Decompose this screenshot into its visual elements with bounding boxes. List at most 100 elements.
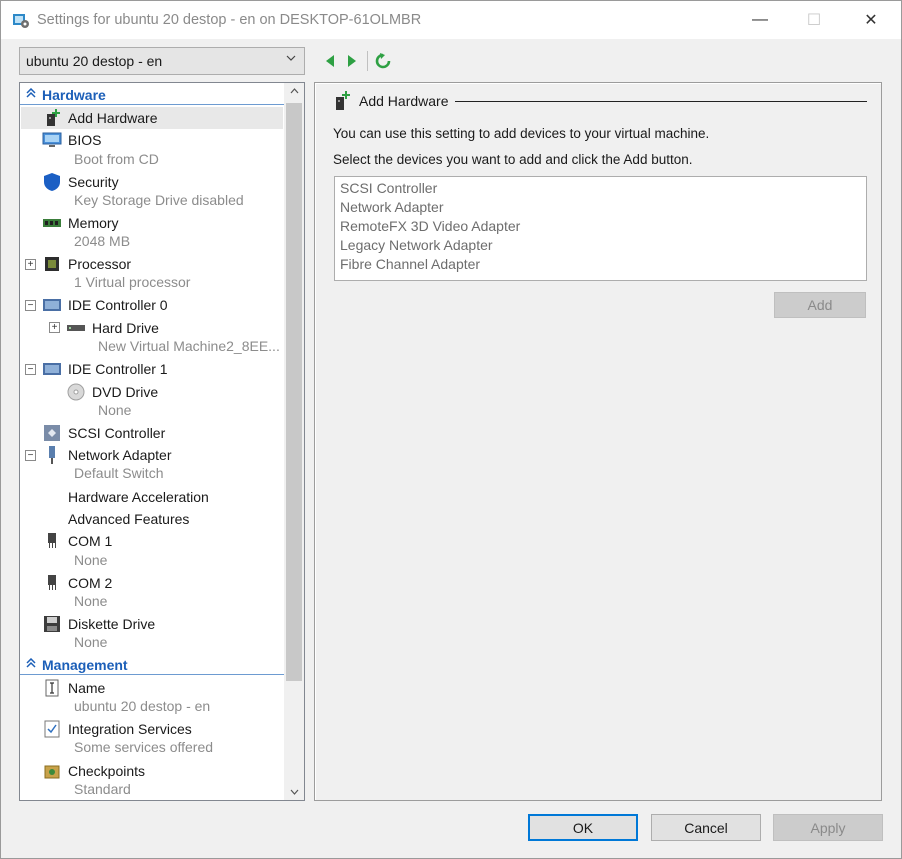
integration-services-icon: [42, 720, 62, 738]
previous-button[interactable]: [319, 50, 341, 72]
window-title: Settings for ubuntu 20 destop - en on DE…: [37, 12, 422, 28]
processor-icon: [42, 255, 62, 273]
ok-button[interactable]: OK: [528, 814, 638, 841]
expand-processor-icon[interactable]: +: [25, 259, 36, 270]
cancel-button[interactable]: Cancel: [651, 814, 761, 841]
vm-selector-value: ubuntu 20 destop - en: [26, 53, 163, 69]
tree-item-com2[interactable]: COM 2: [42, 572, 112, 594]
collapse-ide1-icon[interactable]: −: [25, 364, 36, 375]
maximize-icon: ☐: [806, 12, 822, 29]
scrollbar-thumb[interactable]: [286, 103, 302, 681]
tree-scrollbar[interactable]: [284, 83, 304, 800]
bios-detail: Boot from CD: [74, 151, 159, 167]
tree-item-label: IDE Controller 1: [68, 361, 168, 377]
tree-item-hard-drive[interactable]: Hard Drive: [66, 317, 159, 339]
tree-item-integration-services[interactable]: Integration Services: [42, 718, 192, 740]
memory-detail: 2048 MB: [74, 233, 131, 249]
description-text: You can use this setting to add devices …: [333, 126, 710, 141]
com2-detail: None: [74, 593, 108, 609]
navigation-toolbar: [319, 50, 394, 72]
tree-item-dvd-drive[interactable]: DVD Drive: [66, 381, 158, 403]
device-list-item[interactable]: SCSI Controller: [340, 179, 866, 198]
hard-drive-icon: [66, 319, 86, 337]
add-hardware-panel: Add Hardware You can use this setting to…: [314, 82, 882, 801]
security-detail: Key Storage Drive disabled: [74, 192, 244, 208]
device-list-item[interactable]: RemoteFX 3D Video Adapter: [340, 217, 866, 236]
title-bar: Settings for ubuntu 20 destop - en on DE…: [1, 1, 901, 39]
tree-item-add-hardware[interactable]: Add Hardware: [42, 107, 158, 129]
tree-item-label: Diskette Drive: [68, 616, 156, 632]
collapse-ide0-icon[interactable]: −: [25, 300, 36, 311]
tree-item-scsi-controller[interactable]: SCSI Controller: [42, 422, 165, 444]
tree-item-checkpoints[interactable]: Checkpoints: [42, 760, 145, 782]
expand-hard-drive-icon[interactable]: +: [49, 322, 60, 333]
close-button[interactable]: ✕: [848, 1, 894, 39]
panel-title: Add Hardware: [359, 93, 449, 109]
device-list-item[interactable]: Legacy Network Adapter: [340, 236, 866, 255]
tree-item-com1[interactable]: COM 1: [42, 530, 112, 552]
refresh-icon: [375, 53, 391, 69]
collapse-network-icon[interactable]: −: [25, 450, 36, 461]
tree-item-label: Add Hardware: [68, 110, 158, 126]
next-button[interactable]: [341, 50, 363, 72]
com-port-icon: [42, 574, 62, 592]
checkpoints-detail: Standard: [74, 781, 131, 797]
management-section-header[interactable]: Management: [20, 655, 284, 675]
tree-item-label: Network Adapter: [68, 447, 172, 463]
tree-item-diskette-drive[interactable]: Diskette Drive: [42, 613, 155, 635]
ide-controller-icon: [42, 296, 62, 314]
minimize-icon: —: [752, 11, 768, 28]
tree-item-label: Name: [68, 680, 106, 696]
collapse-chevron-icon: [20, 657, 42, 671]
tree-item-label: Checkpoints: [68, 763, 146, 779]
tree-item-label: Advanced Features: [68, 511, 190, 527]
tree-item-advanced-features[interactable]: Advanced Features: [68, 508, 189, 530]
add-hardware-icon: [336, 91, 350, 110]
device-list-item[interactable]: Fibre Channel Adapter: [340, 255, 866, 274]
panel-header: Add Hardware: [333, 91, 449, 111]
scroll-up-icon[interactable]: [284, 85, 304, 97]
hardware-section-header[interactable]: Hardware: [20, 85, 284, 105]
collapse-chevron-icon: [20, 87, 42, 101]
tree-item-label: Hard Drive: [92, 320, 159, 336]
settings-tree[interactable]: Hardware Add Hardware BIOS Boot from CD …: [19, 82, 305, 801]
apply-button[interactable]: Apply: [773, 814, 883, 841]
minimize-button[interactable]: —: [737, 1, 783, 39]
tree-item-security[interactable]: Security: [42, 171, 119, 193]
network-detail: Default Switch: [74, 465, 164, 481]
tree-item-network-adapter[interactable]: Network Adapter: [42, 444, 172, 466]
tree-item-label: Hardware Acceleration: [68, 489, 209, 505]
hardware-header-label: Hardware: [42, 86, 106, 103]
integration-detail: Some services offered: [74, 739, 214, 755]
tree-item-processor[interactable]: Processor: [42, 253, 131, 275]
tree-item-label: DVD Drive: [92, 384, 159, 400]
instruction-text: Select the devices you want to add and c…: [333, 152, 693, 167]
maximize-button[interactable]: ☐: [791, 1, 837, 39]
refresh-button[interactable]: [372, 50, 394, 72]
processor-detail: 1 Virtual processor: [74, 274, 191, 290]
device-listbox[interactable]: SCSI Controller Network Adapter RemoteFX 3…: [334, 176, 867, 281]
vm-selector-dropdown[interactable]: ubuntu 20 destop - en: [19, 47, 305, 75]
name-detail: ubuntu 20 destop - en: [74, 698, 211, 714]
arrow-right-icon: [348, 55, 356, 67]
tree-item-memory[interactable]: Memory: [42, 212, 119, 234]
tree-item-label: Integration Services: [68, 721, 192, 737]
scroll-down-icon[interactable]: [284, 786, 304, 798]
tree-item-bios[interactable]: BIOS: [42, 129, 101, 151]
bios-monitor-icon: [42, 131, 62, 149]
tree-item-ide-controller-0[interactable]: IDE Controller 0: [42, 294, 168, 316]
tree-item-label: Processor: [68, 256, 132, 272]
tree-item-hardware-acceleration[interactable]: Hardware Acceleration: [68, 486, 209, 508]
device-list-item[interactable]: Network Adapter: [340, 198, 866, 217]
tree-item-label: Security: [68, 174, 119, 190]
tree-item-label: COM 2: [68, 575, 113, 591]
tree-item-label: SCSI Controller: [68, 425, 166, 441]
tree-item-label: IDE Controller 0: [68, 297, 168, 313]
tree-item-label: Memory: [68, 215, 119, 231]
tree-item-name[interactable]: Name: [42, 677, 105, 699]
floppy-disk-icon: [42, 615, 62, 633]
com-port-icon: [42, 532, 62, 550]
diskette-detail: None: [74, 634, 108, 650]
add-button[interactable]: Add: [774, 292, 866, 318]
tree-item-ide-controller-1[interactable]: IDE Controller 1: [42, 358, 168, 380]
